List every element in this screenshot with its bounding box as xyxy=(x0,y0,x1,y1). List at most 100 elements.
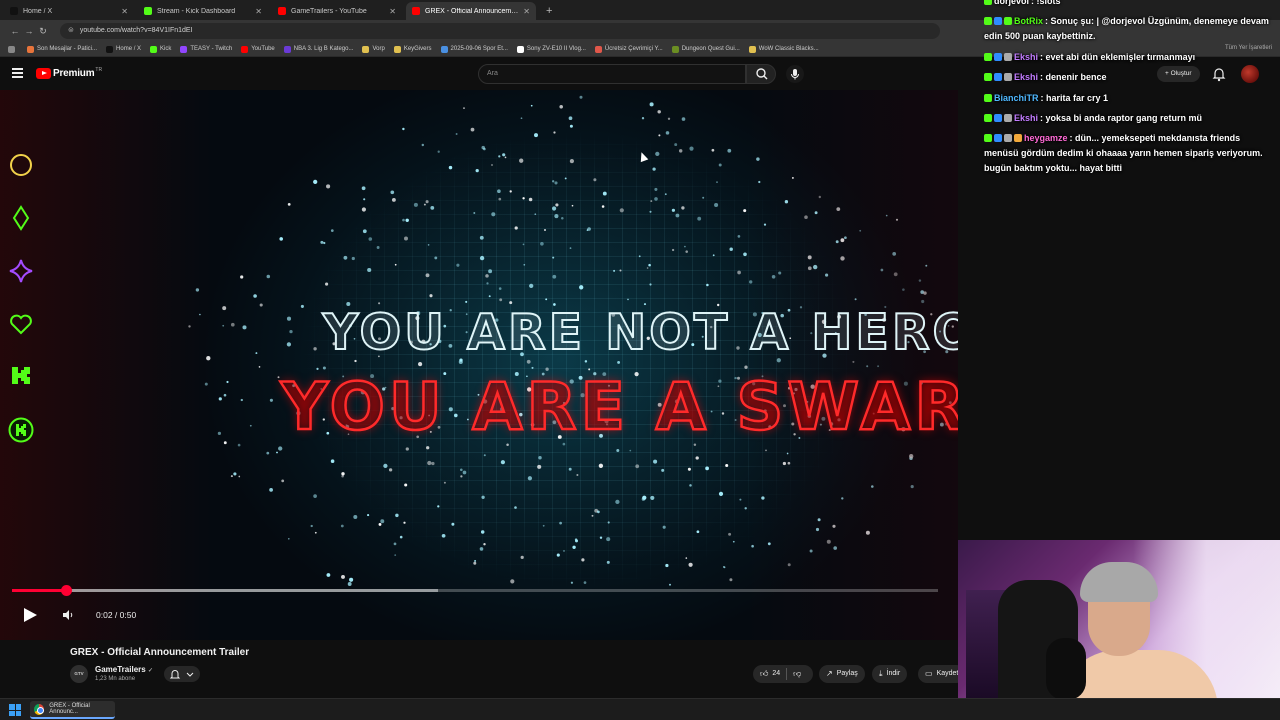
share-icon: ↗ xyxy=(826,669,833,678)
url-text: youtube.com/watch?v=84V1IFn1dEI xyxy=(79,27,193,34)
bookmark-item[interactable]: WoW Classic Blacks... xyxy=(748,45,819,53)
new-tab-button[interactable]: + xyxy=(540,2,558,20)
close-tab-icon[interactable]: ✕ xyxy=(121,7,128,16)
site-info-icon[interactable]: ⊜ xyxy=(68,23,74,39)
chat-username[interactable]: Ekshi xyxy=(1014,113,1038,123)
like-dislike-group: 👍︎ 24 👎︎ xyxy=(753,665,813,683)
bookmark-item[interactable]: 2025-09-06 Spor Et... xyxy=(440,45,508,53)
share-button[interactable]: ↗ Paylaş xyxy=(819,665,865,683)
apps-icon[interactable] xyxy=(8,45,18,53)
back-button[interactable]: ← xyxy=(8,26,22,36)
chat-text: : yoksa bi anda raptor gang return mü xyxy=(1040,112,1203,123)
download-label: İndir xyxy=(886,670,901,677)
search-button[interactable] xyxy=(746,64,776,84)
bookmark-favicon xyxy=(241,45,249,53)
bookmark-label: Vorp xyxy=(372,46,385,52)
bookmark-label: TEASY - Twitch xyxy=(190,46,233,52)
chat-badge-icon xyxy=(984,0,992,5)
close-tab-icon[interactable]: ✕ xyxy=(389,7,396,16)
bookmark-item[interactable]: Sony ZV-E10 II Vlog... xyxy=(516,45,586,53)
voice-search-button[interactable] xyxy=(786,65,804,83)
bookmark-item[interactable]: Dungeon Quest Gui... xyxy=(671,45,740,53)
tab-favicon xyxy=(278,7,286,15)
chat-badge-icon xyxy=(984,52,992,61)
bookmark-item[interactable]: NBA 3. Lig B Katego... xyxy=(283,45,354,53)
chat-username[interactable]: Ekshi xyxy=(1014,72,1038,82)
like-button[interactable]: 👍︎ xyxy=(760,665,768,683)
tab-2[interactable]: GameTrailers - YouTube ✕ xyxy=(272,2,402,20)
save-label: Kaydet xyxy=(936,670,959,677)
chat-username[interactable]: BianchiTR xyxy=(994,93,1039,103)
chat-username[interactable]: heygamze xyxy=(1024,133,1068,143)
bookmark-favicon xyxy=(180,45,188,53)
bookmark-item[interactable]: Son Mesajlar - Patici... xyxy=(27,45,97,53)
taskbar-app-label: GREX - Official Announc... xyxy=(49,703,90,715)
bookmark-item[interactable]: Ücretsiz Çevrimiçi Y... xyxy=(594,45,663,53)
tab-0[interactable]: Home / X ✕ xyxy=(4,2,134,20)
menu-icon[interactable] xyxy=(12,68,23,78)
bookmark-favicon xyxy=(594,45,602,53)
chat-text: : evet abi dün eklemişler tırmanmayı xyxy=(1040,51,1196,62)
bookmark-label: Sony ZV-E10 II Vlog... xyxy=(526,46,586,52)
bookmark-label: Ücretsiz Çevrimiçi Y... xyxy=(604,46,663,52)
chat-username[interactable]: dorjevol xyxy=(994,0,1029,6)
chat-username[interactable]: Ekshi xyxy=(1014,52,1038,62)
sparkle-icon xyxy=(9,259,33,283)
search-input[interactable]: Ara xyxy=(478,64,746,84)
progress-bar[interactable] xyxy=(12,585,938,596)
stream-chat-overlay: dorjevol: !slots BotRix: Sonuç şu: | @dor… xyxy=(978,0,1280,190)
bookmark-favicon xyxy=(150,45,158,53)
chat-message: Ekshi: evet abi dün eklemişler tırmanmay… xyxy=(984,50,1270,65)
chat-message: heygamze: dün... yemeksepeti mekdanısta … xyxy=(984,131,1270,176)
subscription-bell-button[interactable] xyxy=(164,666,200,682)
youtube-logo[interactable]: Premium TR xyxy=(36,67,102,79)
bookmark-favicon xyxy=(362,45,370,53)
chat-badge-icon xyxy=(1004,73,1012,82)
chat-badge-icon xyxy=(1014,134,1022,143)
chat-username[interactable]: BotRix xyxy=(1014,16,1043,26)
chat-badge-icon xyxy=(994,52,1002,61)
download-button[interactable]: ⤓ İndir xyxy=(872,665,908,683)
mute-button[interactable] xyxy=(61,608,75,627)
bookmark-item[interactable]: KeyGivers xyxy=(393,45,432,53)
bookmark-item[interactable]: TEASY - Twitch xyxy=(180,45,233,53)
tab-title: Home / X xyxy=(23,7,53,15)
chat-badge-icon xyxy=(994,17,1002,26)
chat-text: : denenir bence xyxy=(1040,72,1107,83)
chat-message: dorjevol: !slots xyxy=(984,0,1270,9)
search-icon xyxy=(756,68,768,80)
youtube-play-icon xyxy=(36,68,51,79)
video-player[interactable]: YOU ARE NOT A HERO YOU ARE A SWARM 0:02 … xyxy=(0,90,958,640)
bookmark-item[interactable]: Kick xyxy=(150,45,172,53)
close-tab-icon[interactable]: ✕ xyxy=(255,7,262,16)
channel-avatar[interactable]: GTV xyxy=(70,665,88,683)
forward-button[interactable]: → xyxy=(22,26,36,36)
close-tab-icon[interactable]: ✕ xyxy=(523,7,530,16)
bookmark-favicon xyxy=(106,45,114,53)
progress-scrubber[interactable] xyxy=(60,585,72,596)
reload-button[interactable]: ↻ xyxy=(36,26,50,37)
chat-badge-icon xyxy=(984,113,992,122)
bookmark-item[interactable]: YouTube xyxy=(241,45,275,53)
tab-title: GREX - Official Announcement xyxy=(425,7,520,15)
tab-title: GameTrailers - YouTube xyxy=(291,7,367,15)
bookmark-label: Kick xyxy=(160,46,172,52)
tab-3[interactable]: GREX - Official Announcement ✕ xyxy=(406,2,536,20)
channel-name[interactable]: GameTrailers ✓ xyxy=(95,665,153,674)
bookmark-item[interactable]: Vorp xyxy=(362,45,385,53)
start-button[interactable] xyxy=(9,704,21,716)
bookmark-label: NBA 3. Lig B Katego... xyxy=(293,46,354,52)
chat-badge-icon xyxy=(984,93,992,102)
bookmark-label: YouTube xyxy=(251,46,275,52)
dislike-button[interactable]: 👎︎ xyxy=(793,665,801,683)
video-headline-top: YOU ARE NOT A HERO xyxy=(322,303,958,362)
tab-1[interactable]: Stream - Kick Dashboard ✕ xyxy=(138,2,268,20)
play-button[interactable] xyxy=(24,608,37,622)
chat-badge-icon xyxy=(1004,113,1012,122)
bookmark-item[interactable]: Home / X xyxy=(106,45,141,53)
url-field[interactable]: ⊜ youtube.com/watch?v=84V1IFn1dEI xyxy=(60,23,940,39)
video-headline-bottom: YOU ARE A SWARM xyxy=(280,369,958,447)
taskbar-browser-app[interactable]: GREX - Official Announc... xyxy=(30,701,115,719)
webcam-feed xyxy=(958,540,1280,720)
chat-badge-icon xyxy=(984,73,992,82)
